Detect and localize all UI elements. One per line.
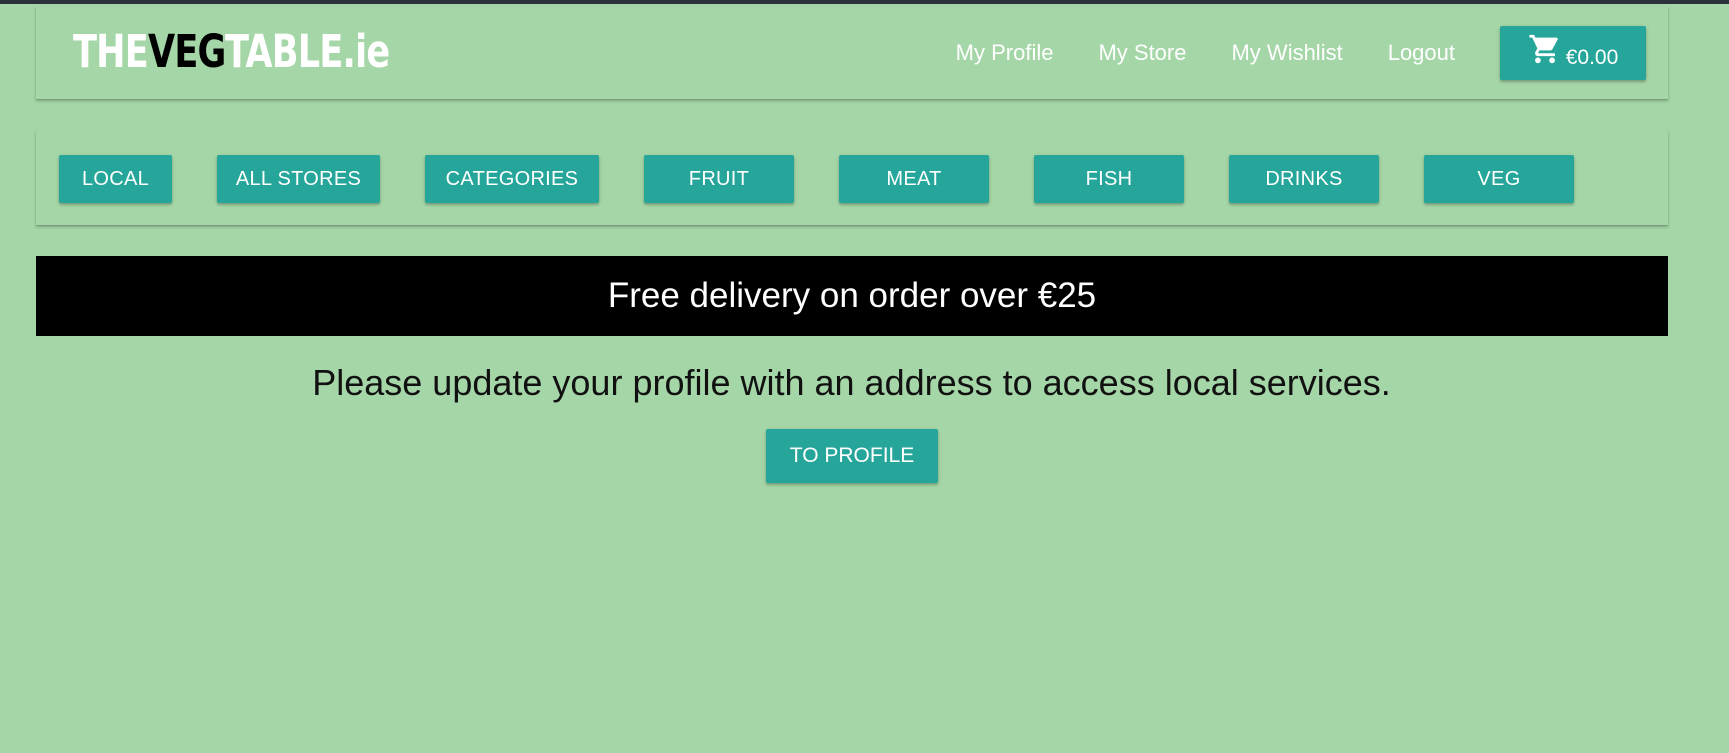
- brand-part-the: THE: [73, 25, 149, 78]
- brand-part-veg: VEG: [147, 25, 226, 78]
- nav-link-logout[interactable]: Logout: [1388, 40, 1455, 66]
- nav-links: My Profile My Store My Wishlist Logout €…: [956, 6, 1668, 99]
- profile-notice: Please update your profile with an addre…: [312, 362, 1391, 403]
- category-button-fish[interactable]: FISH: [1034, 155, 1184, 203]
- window-top-strip: [0, 0, 1729, 4]
- cart-amount: €0.00: [1565, 45, 1619, 69]
- brand-logo[interactable]: THEVEGTABLE.ie: [73, 24, 390, 80]
- category-button-fruit[interactable]: FRUIT: [644, 155, 794, 203]
- category-button-categories[interactable]: CATEGORIES: [425, 155, 599, 203]
- promo-banner-text: Free delivery on order over €25: [607, 276, 1097, 315]
- category-button-drinks[interactable]: DRINKS: [1229, 155, 1379, 203]
- brand-part-table: TABLE.ie: [224, 25, 390, 78]
- category-bar: LOCAL ALL STORES CATEGORIES FRUIT MEAT F…: [36, 130, 1668, 225]
- nav-link-my-profile[interactable]: My Profile: [956, 40, 1054, 66]
- category-button-local[interactable]: LOCAL: [59, 155, 172, 203]
- category-button-veg[interactable]: VEG: [1424, 155, 1574, 203]
- top-navbar: THEVEGTABLE.ie My Profile My Store My Wi…: [36, 6, 1668, 99]
- promo-banner: Free delivery on order over €25: [36, 256, 1668, 336]
- shopping-cart-icon: [1529, 34, 1558, 63]
- nav-link-my-store[interactable]: My Store: [1098, 40, 1186, 66]
- nav-link-my-wishlist[interactable]: My Wishlist: [1231, 40, 1342, 66]
- category-button-all-stores[interactable]: ALL STORES: [217, 155, 380, 203]
- to-profile-button[interactable]: TO PROFILE: [766, 429, 938, 483]
- cart-button[interactable]: €0.00: [1500, 25, 1646, 80]
- category-button-meat[interactable]: MEAT: [839, 155, 989, 203]
